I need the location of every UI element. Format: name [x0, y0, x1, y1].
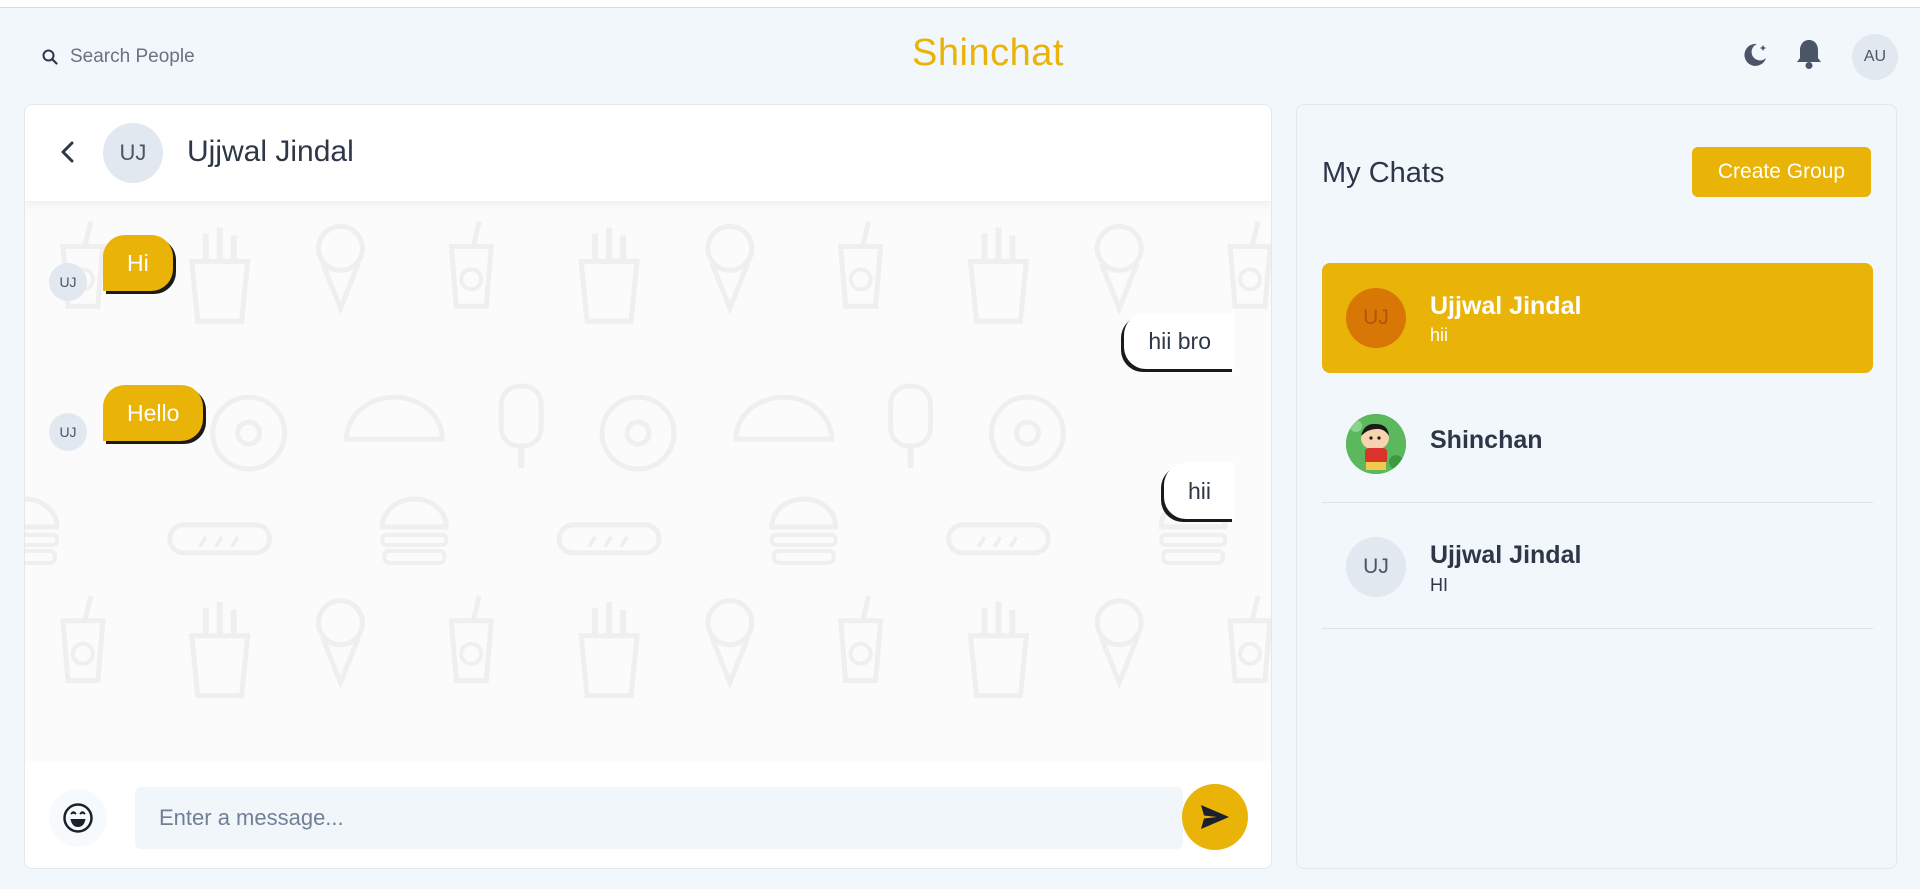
- user-avatar[interactable]: AU: [1852, 34, 1898, 80]
- emoji-icon: [63, 803, 93, 833]
- app-header: Search People Shinchat AU: [0, 8, 1920, 106]
- notifications-button[interactable]: [1792, 36, 1826, 72]
- chat-header: UJ Ujjwal Jindal: [25, 105, 1271, 201]
- chat-list-last-message: hii: [1430, 325, 1449, 345]
- bell-icon: [1797, 40, 1821, 69]
- chat-list-name: Shinchan: [1430, 426, 1543, 454]
- chat-list-name: Ujjwal Jindal: [1430, 292, 1582, 320]
- message-input[interactable]: [135, 787, 1183, 849]
- chat-list-avatar: UJ: [1346, 288, 1406, 348]
- chat-list-last-message: HI: [1430, 575, 1448, 595]
- chat-list-item[interactable]: UJ Ujjwal Jindal HI: [1322, 503, 1873, 629]
- dark-mode-toggle[interactable]: [1738, 38, 1772, 72]
- send-button[interactable]: [1182, 784, 1248, 850]
- chat-avatar: UJ: [103, 123, 163, 183]
- shinchan-avatar: [1346, 414, 1406, 474]
- message-bubble-incoming: Hello: [103, 385, 204, 441]
- send-icon: [1201, 805, 1229, 829]
- window-top-bar: [0, 0, 1920, 8]
- message-list[interactable]: UJ Hi hii bro UJ Hello hii: [25, 201, 1271, 761]
- back-button[interactable]: [51, 135, 85, 169]
- chat-list-item[interactable]: UJ Ujjwal Jindal hii: [1322, 263, 1873, 373]
- message-composer: [25, 761, 1271, 868]
- chat-list-item[interactable]: Shinchan: [1322, 383, 1873, 503]
- chat-list-avatar: UJ: [1346, 537, 1406, 597]
- chat-list-name: Ujjwal Jindal: [1430, 541, 1582, 569]
- emoji-button[interactable]: [49, 789, 107, 847]
- message-avatar: UJ: [49, 413, 87, 451]
- message-bubble-incoming: Hi: [103, 235, 173, 291]
- app-brand-title: Shinchat: [912, 32, 1064, 74]
- shinchan-avatar-image: [1346, 414, 1406, 474]
- chat-panel: UJ Ujjwal Jindal UJ Hi hii bro UJ Hello …: [24, 104, 1272, 869]
- food-pattern-background: [25, 201, 1271, 761]
- chat-title: Ujjwal Jindal: [187, 135, 354, 168]
- create-group-button[interactable]: Create Group: [1692, 147, 1871, 197]
- back-arrow-icon: [61, 141, 74, 163]
- my-chats-panel: My Chats Create Group UJ Ujjwal Jindal h…: [1296, 104, 1897, 869]
- message-bubble-outgoing: hii: [1163, 463, 1235, 519]
- message-bubble-outgoing: hii bro: [1124, 313, 1235, 369]
- message-avatar: UJ: [49, 263, 87, 301]
- moon-icon: [1744, 43, 1766, 66]
- my-chats-title: My Chats: [1322, 157, 1445, 189]
